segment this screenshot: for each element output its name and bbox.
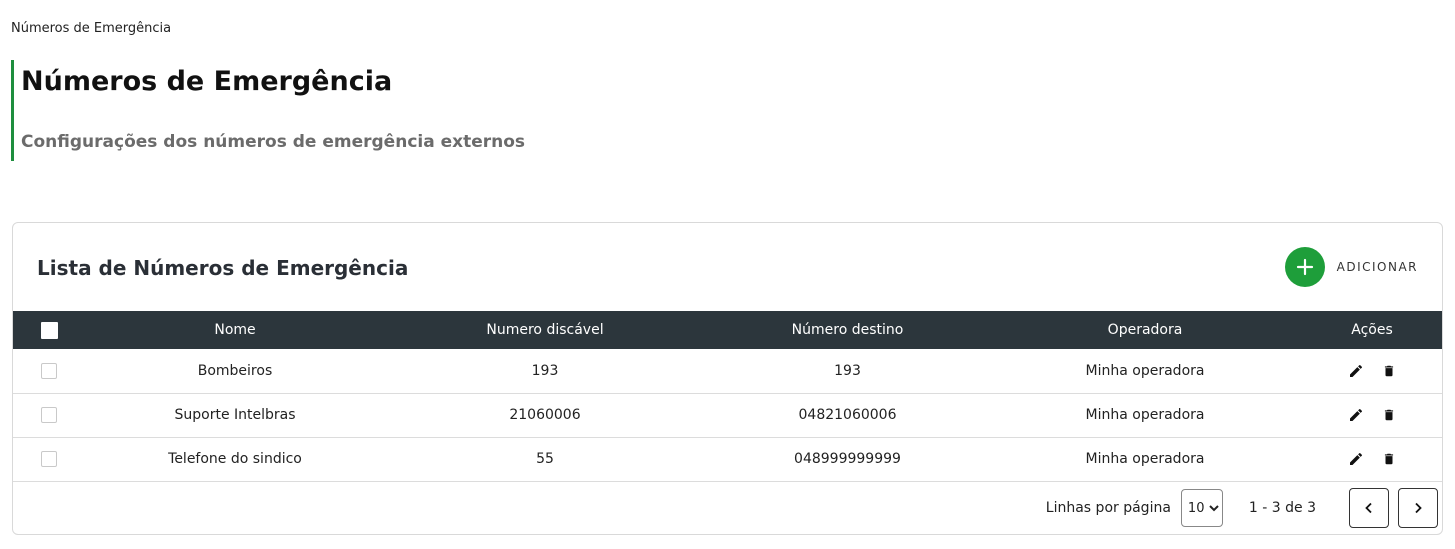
- cell-numero-discavel: 21060006: [509, 407, 581, 423]
- row-actions: [1301, 363, 1442, 379]
- row-checkbox[interactable]: [41, 407, 57, 423]
- chevron-left-icon: [1365, 502, 1372, 514]
- previous-page-button[interactable]: [1349, 488, 1389, 528]
- add-button[interactable]: ADICIONAR: [1284, 247, 1418, 287]
- select-all-cell: [13, 311, 85, 349]
- column-header-numero-destino[interactable]: Número destino: [705, 311, 990, 349]
- cell-operadora: Minha operadora: [1085, 451, 1205, 467]
- cell-operadora: Minha operadora: [1085, 362, 1205, 379]
- cell-nome: Bombeiros: [197, 362, 273, 379]
- next-page-button[interactable]: [1398, 488, 1438, 528]
- edit-icon[interactable]: [1348, 363, 1364, 379]
- edit-icon[interactable]: [1348, 451, 1364, 467]
- column-header-numero-discavel[interactable]: Numero discável: [385, 311, 705, 349]
- cell-nome: Suporte Intelbras: [174, 407, 296, 423]
- add-button-label[interactable]: ADICIONAR: [1337, 260, 1418, 274]
- pagination: Linhas por página 10 1 - 3 de 3: [1046, 487, 1438, 529]
- cell-operadora: Minha operadora: [1085, 407, 1205, 423]
- cell-numero-discavel: 193: [531, 362, 559, 379]
- cell-numero-destino: 04821060006: [798, 407, 897, 423]
- table-row: Telefone do sindico 55 048999999999 Minh…: [13, 437, 1442, 481]
- table-row: Bombeiros 193 193 Minha operadora: [13, 349, 1442, 393]
- delete-icon[interactable]: [1382, 363, 1396, 379]
- pagination-range: 1 - 3 de 3: [1248, 500, 1316, 516]
- select-all-checkbox[interactable]: [40, 321, 58, 339]
- emergency-numbers-card: Lista de Números de Emergência ADICIONAR…: [12, 222, 1443, 535]
- cell-nome: Telefone do sindico: [168, 451, 302, 467]
- table-row: Suporte Intelbras 21060006 04821060006 M…: [13, 393, 1442, 437]
- page-header: Números de Emergência Configurações dos …: [11, 60, 525, 161]
- column-header-acoes: Ações: [1351, 322, 1393, 338]
- page-subtitle: Configurações dos números de emergência …: [21, 132, 526, 152]
- row-checkbox[interactable]: [41, 362, 57, 379]
- column-header-nome[interactable]: Nome: [85, 311, 385, 349]
- cell-numero-destino: 048999999999: [794, 451, 901, 467]
- cell-numero-destino: 193: [834, 362, 861, 379]
- rows-per-page-select[interactable]: 10: [1180, 489, 1223, 527]
- delete-icon[interactable]: [1382, 451, 1396, 467]
- plus-icon[interactable]: [1284, 247, 1325, 287]
- row-actions: [1301, 407, 1442, 423]
- edit-icon[interactable]: [1348, 407, 1364, 423]
- chevron-right-icon: [1415, 502, 1422, 514]
- row-checkbox[interactable]: [41, 451, 57, 467]
- column-header-operadora[interactable]: Operadora: [990, 311, 1300, 349]
- card-title: Lista de Números de Emergência: [37, 256, 409, 280]
- rows-per-page-label: Linhas por página: [1045, 500, 1171, 516]
- table-header-row: Nome Numero discável Número destino Oper…: [13, 311, 1442, 349]
- breadcrumb: Números de Emergência: [11, 21, 172, 36]
- delete-icon[interactable]: [1382, 407, 1396, 423]
- page-title: Números de Emergência: [21, 66, 393, 97]
- row-actions: [1301, 451, 1442, 467]
- cell-numero-discavel: 55: [536, 451, 554, 467]
- emergency-numbers-table: Nome Numero discável Número destino Oper…: [13, 311, 1442, 482]
